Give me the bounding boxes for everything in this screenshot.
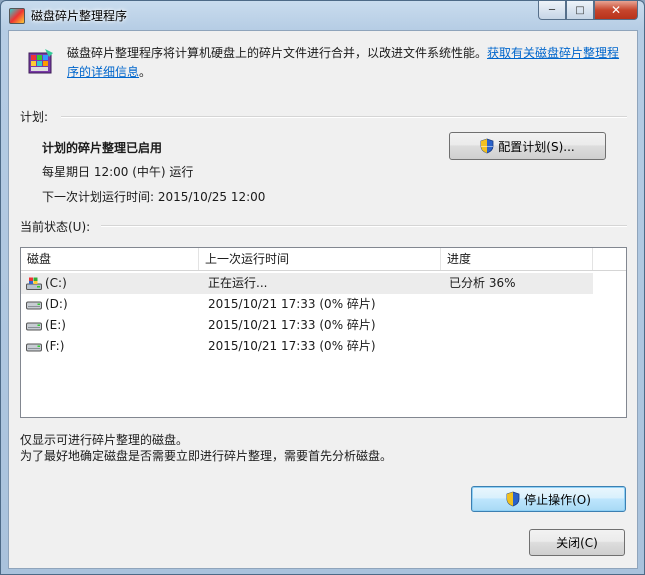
- defrag-icon: [28, 49, 53, 74]
- configure-schedule-label: 配置计划(S)...: [498, 139, 575, 154]
- description-body: 磁盘碎片整理程序将计算机硬盘上的碎片文件进行合并，以改进文件系统性能。: [67, 46, 488, 60]
- disk-name: (C:): [45, 276, 67, 290]
- window-title: 磁盘碎片整理程序: [31, 9, 128, 23]
- disk-last-run: 2015/10/21 17:33 (0% 碎片): [208, 318, 376, 332]
- defragmenter-window: 磁盘碎片整理程序 ─ □ ✕ 磁盘碎片整理程序将计算机硬盘上的碎片文件进行合并，…: [0, 0, 645, 575]
- uac-shield-icon: [480, 138, 494, 154]
- next-run-time: 下一次计划运行时间: 2015/10/25 12:00: [42, 190, 266, 204]
- minimize-button[interactable]: ─: [538, 1, 566, 20]
- hard-drive-icon: [26, 322, 42, 331]
- stop-operation-button[interactable]: 停止操作(O): [471, 486, 626, 512]
- disk-row-e[interactable]: (E:) 2015/10/21 17:33 (0% 碎片): [21, 315, 593, 336]
- stop-operation-label: 停止操作(O): [524, 492, 591, 507]
- uac-shield-icon: [506, 491, 520, 507]
- dialog-client-area: 磁盘碎片整理程序将计算机硬盘上的碎片文件进行合并，以改进文件系统性能。获取有关磁…: [8, 30, 638, 569]
- status-separator: [101, 225, 627, 227]
- defrag-app-icon: [9, 8, 25, 24]
- schedule-separator: [61, 116, 627, 118]
- close-window-button[interactable]: ✕: [594, 1, 638, 20]
- disk-name: (D:): [45, 297, 68, 311]
- disk-list[interactable]: 磁盘 上一次运行时间 进度 (C:) 正在运行... 已分析 36% (D:) …: [20, 247, 627, 418]
- description-suffix: 。: [139, 65, 152, 79]
- close-button[interactable]: 关闭(C): [529, 529, 625, 556]
- disk-name: (F:): [45, 339, 65, 353]
- list-header: 磁盘 上一次运行时间 进度: [21, 248, 626, 271]
- column-header-disk[interactable]: 磁盘: [21, 248, 199, 270]
- eligible-disks-note: 仅显示可进行碎片整理的磁盘。: [20, 433, 189, 447]
- hard-drive-icon: [26, 301, 42, 310]
- disk-row-c[interactable]: (C:) 正在运行... 已分析 36%: [21, 273, 593, 294]
- schedule-status: 计划的碎片整理已启用: [42, 141, 163, 155]
- disk-row-d[interactable]: (D:) 2015/10/21 17:33 (0% 碎片): [21, 294, 593, 315]
- close-button-label: 关闭(C): [556, 536, 598, 550]
- disk-name: (E:): [45, 318, 66, 332]
- system-drive-icon: [26, 277, 42, 290]
- analyze-first-note: 为了最好地确定磁盘是否需要立即进行碎片整理，需要首先分析磁盘。: [20, 449, 393, 463]
- disk-row-f[interactable]: (F:) 2015/10/21 17:33 (0% 碎片): [21, 336, 593, 357]
- disk-last-run: 2015/10/21 17:33 (0% 碎片): [208, 339, 376, 353]
- disk-last-run: 正在运行...: [208, 276, 268, 290]
- disk-progress: 已分析 36%: [449, 276, 516, 290]
- title-bar[interactable]: 磁盘碎片整理程序 ─ □ ✕: [1, 1, 644, 29]
- configure-schedule-button[interactable]: 配置计划(S)...: [449, 132, 606, 160]
- disk-last-run: 2015/10/21 17:33 (0% 碎片): [208, 297, 376, 311]
- description-text: 磁盘碎片整理程序将计算机硬盘上的碎片文件进行合并，以改进文件系统性能。获取有关磁…: [67, 44, 627, 82]
- schedule-label: 计划:: [20, 110, 49, 124]
- caption-buttons: ─ □ ✕: [538, 1, 638, 20]
- column-header-last-run[interactable]: 上一次运行时间: [199, 248, 441, 270]
- column-header-progress[interactable]: 进度: [441, 248, 593, 270]
- schedule-frequency: 每星期日 12:00 (中午) 运行: [42, 165, 194, 179]
- current-status-label: 当前状态(U):: [20, 220, 91, 234]
- maximize-button[interactable]: □: [566, 1, 594, 20]
- hard-drive-icon: [26, 343, 42, 352]
